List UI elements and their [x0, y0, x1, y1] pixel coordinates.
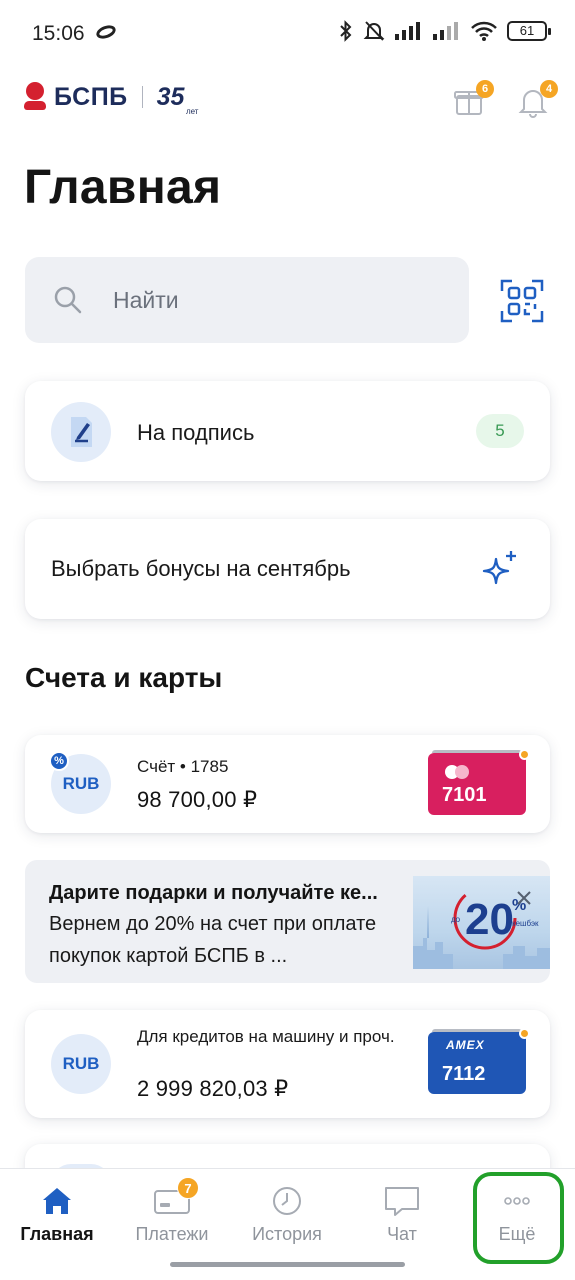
promo-title: Дарите подарки и получайте ке... [49, 882, 378, 904]
account-card[interactable]: RUB Для кредитов на машину и проч. 2 999… [25, 1010, 550, 1118]
svg-text:20: 20 [465, 895, 514, 944]
close-icon[interactable] [516, 890, 532, 906]
gift-badge: 6 [476, 80, 494, 98]
signal-2-icon [433, 22, 458, 40]
svg-text:до: до [451, 915, 461, 924]
search-icon [54, 286, 82, 314]
to-sign-label: На подпись [137, 420, 255, 445]
status-icons: 61 [339, 20, 551, 42]
document-avatar [51, 402, 111, 462]
account-balance: 98 700,00 ₽ [137, 787, 258, 812]
nav-home-label: Главная [20, 1224, 94, 1244]
more-highlight-outline [473, 1172, 564, 1264]
bell-badge: 4 [540, 80, 558, 98]
svg-text:кешбэк: кешбэк [512, 919, 539, 928]
currency-badge: RUB [51, 1034, 111, 1094]
history-icon [273, 1187, 301, 1215]
sparkle-icon [482, 551, 516, 585]
app-header: БСПБ 35 лет 6 4 [0, 76, 575, 126]
account-balance: 2 999 820,03 ₽ [137, 1076, 289, 1101]
mute-bell-icon [363, 21, 385, 41]
battery-icon: 61 [507, 21, 551, 41]
card-logo-icon [445, 765, 469, 779]
signal-icon [395, 22, 420, 40]
page-title: Главная [24, 161, 222, 214]
card-last-digits: 7112 [442, 1063, 486, 1085]
notification-icon [94, 22, 118, 42]
percent-icon: % [49, 751, 69, 771]
account-subtitle: Счёт • 1785 [137, 757, 229, 776]
bluetooth-icon [340, 20, 352, 42]
nav-history[interactable]: История [232, 1169, 342, 1269]
account-card[interactable]: RUB % Счёт • 1785 98 700,00 ₽ 7101 [25, 735, 550, 833]
to-sign-count-badge: 5 [476, 414, 524, 448]
document-pen-icon [71, 417, 92, 447]
status-bar: 15:06 61 [0, 0, 575, 64]
notifications-button[interactable]: 4 [516, 80, 558, 118]
search-input[interactable]: Найти [25, 257, 469, 343]
nav-history-label: История [252, 1224, 322, 1244]
card-status-dot [519, 749, 530, 760]
nav-chat-label: Чат [387, 1224, 417, 1244]
status-time: 15:06 [32, 22, 85, 45]
home-icon [43, 1188, 71, 1214]
qr-scan-icon[interactable] [500, 279, 544, 323]
promo-image: 20 % кешбэк до [413, 876, 550, 969]
gift-button[interactable]: 6 [452, 80, 494, 118]
anniversary-mark: 35 лет [156, 82, 199, 116]
account-subtitle: Для кредитов на машину и проч. [137, 1027, 395, 1046]
search-placeholder: Найти [113, 286, 179, 313]
bank-logo: БСПБ 35 лет [24, 82, 199, 116]
home-indicator[interactable] [170, 1262, 405, 1267]
card-status-dot [519, 1028, 530, 1039]
nav-payments[interactable]: 7 Платежи [117, 1169, 227, 1269]
choose-bonus-label: Выбрать бонусы на сентябрь [51, 556, 351, 581]
bank-card-thumbnail[interactable]: 7101 [428, 749, 530, 815]
nav-chat[interactable]: Чат [347, 1169, 457, 1269]
bank-card-thumbnail[interactable]: AMEX 7112 [428, 1028, 530, 1094]
payments-badge: 7 [177, 1177, 199, 1199]
logo-text: БСПБ [54, 82, 128, 111]
card-brand-label: AMEX [446, 1038, 485, 1052]
nav-payments-label: Платежи [135, 1224, 209, 1244]
card-last-digits: 7101 [442, 784, 487, 806]
logo-divider [141, 86, 143, 108]
promo-banner[interactable]: Дарите подарки и получайте ке... Вернем … [25, 860, 550, 983]
nav-home[interactable]: Главная [2, 1169, 112, 1269]
to-sign-card[interactable]: На подпись 5 [25, 381, 550, 481]
wifi-icon [471, 21, 497, 41]
logo-mark [24, 82, 46, 112]
choose-bonus-card[interactable]: Выбрать бонусы на сентябрь [25, 519, 550, 619]
promo-text: Вернем до 20% на счет при оплате покупок… [49, 913, 377, 967]
accounts-section-title: Счета и карты [25, 662, 223, 693]
chat-icon [385, 1187, 419, 1216]
